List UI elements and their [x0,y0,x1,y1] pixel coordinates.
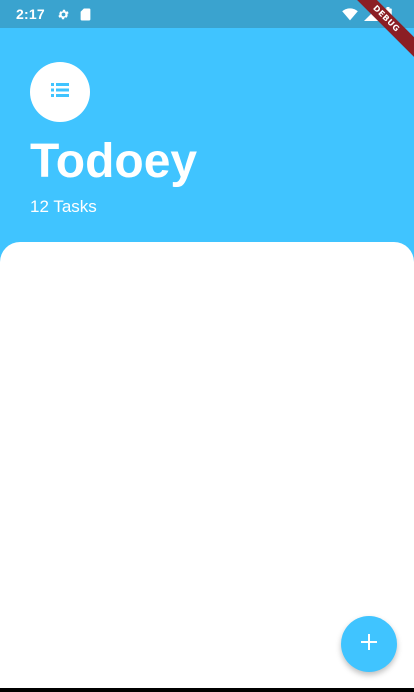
list-icon [48,78,72,107]
list-avatar [30,62,90,122]
app-screen: 2:17 DEBUG Todoey 12 Tasks [0,0,414,692]
add-task-button[interactable] [341,616,397,672]
app-title: Todoey [30,135,198,188]
settings-icon [57,8,70,21]
status-bar: 2:17 [0,0,414,28]
bottom-edge [0,688,414,692]
wifi-icon [342,7,358,21]
task-count: 12 Tasks [30,197,97,216]
status-icons-left [57,8,91,21]
status-time: 2:17 [16,6,45,22]
header: Todoey 12 Tasks [30,62,197,218]
plus-icon [359,632,379,657]
sd-card-icon [80,8,91,21]
